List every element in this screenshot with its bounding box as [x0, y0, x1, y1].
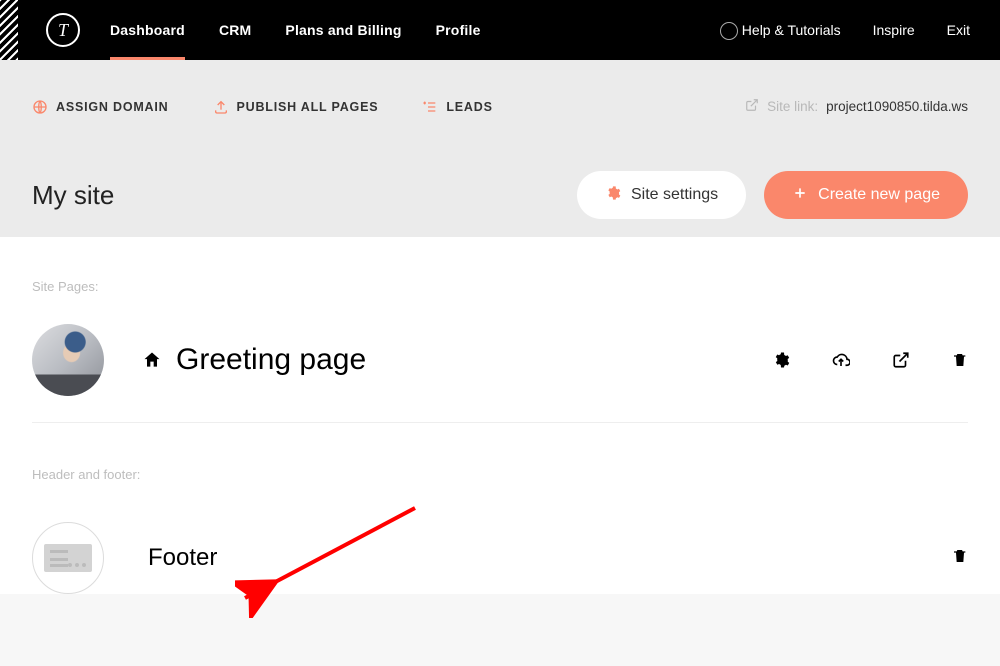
publish-page-icon[interactable]: [832, 351, 850, 369]
page-title: Greeting page: [176, 343, 366, 377]
site-link-label: Site link:: [767, 99, 818, 114]
leads-link[interactable]: LEADS: [422, 99, 492, 115]
site-settings-button[interactable]: Site settings: [577, 171, 746, 219]
main-content: Site Pages: Greeting page Header and fo: [0, 237, 1000, 594]
nav-help[interactable]: Help & Tutorials: [742, 22, 841, 38]
assign-domain-link[interactable]: ASSIGN DOMAIN: [32, 99, 169, 115]
assign-domain-label: ASSIGN DOMAIN: [56, 100, 169, 114]
logo-glyph: T: [58, 20, 68, 41]
nav-plans-billing[interactable]: Plans and Billing: [285, 2, 401, 58]
footer-thumbnail: [32, 522, 104, 594]
external-link-icon: [745, 98, 759, 115]
home-icon: [142, 350, 162, 370]
secondary-nav: Help & Tutorials Inspire Exit: [742, 22, 970, 38]
nav-help-label: Help & Tutorials: [742, 22, 841, 38]
nav-profile[interactable]: Profile: [436, 2, 481, 58]
publish-all-label: PUBLISH ALL PAGES: [237, 100, 379, 114]
footer-glyph-icon: [44, 544, 92, 572]
nav-inspire[interactable]: Inspire: [873, 22, 915, 38]
footer-title: Footer: [148, 544, 217, 572]
header-footer-section: Header and footer: Footer: [32, 467, 968, 594]
page-row[interactable]: Greeting page: [32, 318, 968, 423]
site-link-value: project1090850.tilda.ws: [826, 99, 968, 114]
open-page-icon[interactable]: [892, 351, 910, 369]
page-thumbnail: [32, 324, 104, 396]
wave-decoration: [0, 0, 18, 60]
nav-dashboard[interactable]: Dashboard: [110, 2, 185, 58]
help-icon: [720, 22, 738, 40]
list-plus-icon: [422, 99, 438, 115]
site-actions: Site settings Create new page: [577, 171, 968, 219]
page-title-wrap: Greeting page: [142, 343, 366, 377]
hf-section-label: Header and footer:: [32, 467, 968, 482]
plus-icon: [792, 185, 808, 206]
tilda-logo[interactable]: T: [46, 13, 80, 47]
project-toolbar: ASSIGN DOMAIN PUBLISH ALL PAGES LEADS Si…: [0, 60, 1000, 237]
delete-footer-icon[interactable]: [952, 547, 968, 565]
page-actions: [772, 351, 968, 369]
primary-nav: Dashboard CRM Plans and Billing Profile: [110, 2, 481, 58]
nav-crm[interactable]: CRM: [219, 2, 251, 58]
site-link[interactable]: Site link: project1090850.tilda.ws: [745, 98, 968, 115]
site-title: My site: [32, 180, 114, 211]
toolbar-row: ASSIGN DOMAIN PUBLISH ALL PAGES LEADS Si…: [32, 98, 968, 115]
upload-icon: [213, 99, 229, 115]
create-page-label: Create new page: [818, 186, 940, 204]
footer-actions: [952, 547, 968, 570]
leads-label: LEADS: [446, 100, 492, 114]
globe-icon: [32, 99, 48, 115]
nav-exit[interactable]: Exit: [947, 22, 970, 38]
pages-section-label: Site Pages:: [32, 279, 968, 294]
title-row: My site Site settings Create new page: [32, 171, 968, 219]
delete-page-icon[interactable]: [952, 351, 968, 369]
publish-all-link[interactable]: PUBLISH ALL PAGES: [213, 99, 379, 115]
gear-icon: [605, 185, 621, 206]
create-page-button[interactable]: Create new page: [764, 171, 968, 219]
footer-row[interactable]: Footer: [32, 506, 968, 594]
top-navbar: T Dashboard CRM Plans and Billing Profil…: [0, 0, 1000, 60]
page-settings-icon[interactable]: [772, 351, 790, 369]
site-settings-label: Site settings: [631, 186, 718, 204]
